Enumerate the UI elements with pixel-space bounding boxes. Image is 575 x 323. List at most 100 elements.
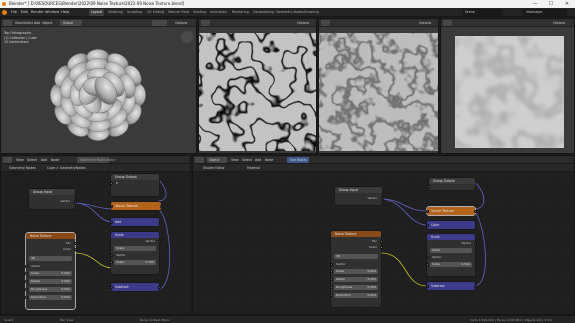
navigation-gizmo[interactable] [181, 31, 193, 43]
viewport-header: Options [199, 19, 316, 27]
options-dropdown[interactable]: Options [553, 20, 565, 26]
input-socket[interactable] [109, 204, 113, 208]
tab-layout[interactable]: Layout [89, 9, 105, 16]
input-socket[interactable] [109, 261, 113, 264]
scale-field[interactable]: Scale 0.500 [430, 262, 472, 267]
menu-window[interactable]: Window [45, 9, 59, 16]
noise-texture-node[interactable]: Noise Texture Fac Color 3D Vector Scale 5… [24, 233, 77, 309]
tab-compositing[interactable]: Compositing [251, 9, 276, 16]
subtract-node[interactable]: Subtract [109, 283, 161, 291]
viewport-3d[interactable]: View Select Add Object Global Options To… [0, 18, 197, 154]
tab-shading[interactable]: Shading [191, 9, 208, 16]
minimize-button[interactable]: — [527, 0, 543, 8]
scale-node[interactable]: Scale Vector Scale Vector Scale 0.500 [109, 232, 161, 274]
roughness-field[interactable]: Roughness 0.500 [29, 287, 72, 292]
menu-edit[interactable]: Edit [21, 9, 28, 16]
input-socket[interactable] [329, 263, 333, 266]
input-socket[interactable] [425, 209, 429, 213]
view-layer-selector[interactable]: ViewLayer [523, 9, 567, 16]
geometry-node-editor[interactable]: View Select Add Node Geometry Node Edito… [0, 155, 191, 315]
operation-dropdown[interactable]: Scale [114, 246, 156, 251]
distortion-field[interactable]: Distortion 0.000 [29, 295, 72, 300]
viewport-noise-blurred[interactable]: Options [440, 18, 575, 154]
output-socket[interactable] [380, 197, 384, 200]
fac-output-socket[interactable] [379, 240, 383, 243]
scale-field[interactable]: Scale 5.000 [29, 271, 72, 276]
socket-label: Vector [336, 262, 346, 266]
scale-field[interactable]: Scale 5.000 [334, 269, 378, 274]
output-socket[interactable] [473, 209, 477, 213]
group-input-node[interactable]: Group Input Vector [29, 189, 77, 209]
roughness-field[interactable]: Roughness 0.500 [334, 285, 378, 290]
menu-file[interactable]: File [11, 9, 17, 16]
blender-menu-icon[interactable] [2, 10, 7, 15]
menu-help[interactable]: Help [61, 9, 69, 16]
noise-texture-node[interactable]: Noise Texture Fac Color 3D Vector Scale 5… [329, 231, 383, 307]
group-output-node[interactable]: Group Output [427, 178, 475, 190]
tab-scripting[interactable]: Scripting [302, 9, 321, 16]
editor-type-icon[interactable] [201, 20, 210, 26]
input-socket[interactable] [425, 256, 429, 259]
color-node[interactable]: Color [425, 221, 475, 229]
node-links [380, 181, 486, 287]
status-pan-hint: Pan View [60, 318, 74, 322]
editor-type-icon[interactable] [321, 20, 330, 26]
vector-texture-node[interactable]: Vector Texture [425, 207, 477, 215]
output-socket[interactable] [73, 200, 77, 203]
input-socket[interactable] [109, 254, 113, 257]
node-title: Noise Texture [26, 233, 75, 239]
editor-type-icon[interactable] [443, 20, 452, 26]
viewport-noise-soft[interactable]: Options [318, 18, 439, 154]
tab-rendering[interactable]: Rendering [230, 9, 251, 16]
input-socket[interactable] [109, 220, 113, 224]
socket-label: Fac [372, 239, 377, 243]
output-socket[interactable] [157, 285, 161, 289]
dimensions-dropdown[interactable]: 3D [29, 256, 72, 261]
node-title: Subtract [111, 283, 159, 291]
output-socket[interactable] [157, 240, 161, 243]
detail-field[interactable]: Detail 2.000 [29, 279, 72, 284]
scene-selector[interactable]: Scene [462, 9, 502, 16]
input-socket[interactable] [425, 223, 429, 227]
subtract-node[interactable]: Subtract [425, 282, 477, 290]
output-socket[interactable] [473, 242, 477, 245]
tab-uv-editing[interactable]: UV Editing [145, 9, 166, 16]
vector-texture-node[interactable]: Vector Texture [109, 202, 163, 210]
operation-dropdown[interactable]: Scale [430, 248, 472, 253]
shader-node-editor[interactable]: Object View Select Add Node Use Nodes Sh… [192, 155, 575, 315]
tab-texture-paint[interactable]: Texture Paint [166, 9, 191, 16]
input-socket[interactable] [24, 265, 28, 268]
dimensions-dropdown[interactable]: 3D [334, 254, 378, 259]
tab-sculpting[interactable]: Sculpting [125, 9, 144, 16]
input-socket[interactable] [427, 185, 431, 188]
menu-render[interactable]: Render [31, 9, 44, 16]
distortion-field[interactable]: Distortion 0.000 [334, 293, 378, 298]
top-menu-bar: File Edit Render Window Help Layout Mode… [0, 8, 575, 17]
input-socket[interactable] [425, 284, 429, 288]
color-output-socket[interactable] [379, 246, 383, 249]
input-socket[interactable] [109, 182, 113, 185]
viewport-noise-sharp[interactable]: Options [198, 18, 317, 154]
noise-sphere-model [50, 49, 146, 141]
output-socket[interactable] [473, 284, 477, 288]
socket-label: Vector [116, 253, 126, 257]
options-dropdown[interactable]: Options [419, 20, 431, 26]
maximize-button[interactable]: ☐ [543, 0, 559, 8]
options-dropdown[interactable]: Options [297, 20, 309, 26]
fac-output-socket[interactable] [73, 242, 77, 245]
tab-animation[interactable]: Animation [208, 9, 229, 16]
tab-modeling[interactable]: Modeling [106, 9, 125, 16]
scale-node[interactable]: Scale Vector Scale Vector Scale 0.500 [425, 234, 477, 276]
detail-field[interactable]: Detail 2.000 [334, 277, 378, 282]
group-input-node[interactable]: Group Input Vector [335, 187, 384, 205]
color-output-socket[interactable] [73, 248, 77, 251]
output-socket[interactable] [159, 204, 163, 208]
close-button[interactable]: ✕ [559, 0, 575, 8]
add-node[interactable]: Add [109, 218, 159, 226]
input-socket[interactable] [425, 263, 429, 266]
input-socket[interactable] [109, 285, 113, 289]
node-title: Group Input [335, 187, 382, 193]
group-output-node[interactable]: Group Output Z [109, 174, 159, 196]
scale-field[interactable]: Scale 0.500 [114, 260, 156, 265]
scene-statistics: Verts 1,544,026 | Faces 1,543,981 | Obje… [470, 318, 552, 322]
